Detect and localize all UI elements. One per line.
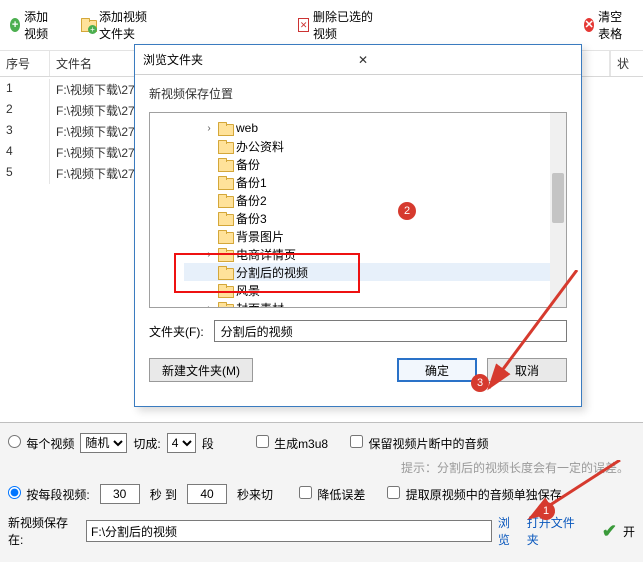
- extract-audio-checkbox[interactable]: 提取原视频中的音频单独保存: [387, 486, 561, 503]
- scroll-thumb[interactable]: [552, 173, 564, 223]
- add-video-label: 添加视频: [24, 8, 59, 42]
- tree-item-label: 备份1: [236, 174, 267, 191]
- annotation-badge-3: 3: [471, 374, 489, 392]
- sec-mid-label: 秒 到: [150, 486, 177, 503]
- close-icon: ✕: [584, 18, 594, 32]
- save-path-input[interactable]: [86, 520, 492, 542]
- folder-icon: [218, 194, 232, 206]
- tree-item-label: 风景: [236, 282, 260, 299]
- tree-item[interactable]: › web: [184, 119, 566, 137]
- tree-item-label: 备份: [236, 156, 260, 173]
- folder-name-input[interactable]: [214, 320, 567, 342]
- sec-to-input[interactable]: [187, 484, 227, 504]
- save-path-label: 新视频保存在:: [8, 514, 80, 548]
- col-status-header: 状: [610, 51, 643, 76]
- tree-item[interactable]: 备份1: [184, 173, 566, 191]
- row-index: 2: [0, 100, 50, 121]
- twisty-icon: ›: [204, 303, 214, 309]
- annotation-badge-2: 2: [398, 202, 416, 220]
- folder-icon: [218, 302, 232, 308]
- tree-item[interactable]: 备份2: [184, 191, 566, 209]
- dialog-close-button[interactable]: ✕: [354, 53, 573, 67]
- gen-m3u8-checkbox[interactable]: 生成m3u8: [256, 435, 328, 452]
- col-index-header: 序号: [0, 51, 50, 76]
- tree-item[interactable]: 备份: [184, 155, 566, 173]
- per-video-radio[interactable]: 每个视频: [8, 435, 74, 452]
- reduce-error-checkbox[interactable]: 降低误差: [299, 486, 365, 503]
- start-label: 开: [623, 523, 635, 540]
- tree-item-label: web: [236, 121, 258, 135]
- tree-item-label: 备份3: [236, 210, 267, 227]
- clear-table-label: 清空表格: [598, 8, 633, 42]
- delete-icon: ✕: [298, 18, 309, 32]
- folder-icon: [218, 122, 232, 134]
- folder-icon: [218, 212, 232, 224]
- row-index: 5: [0, 163, 50, 184]
- tree-item-label: 电商详情页: [236, 246, 296, 263]
- ok-button[interactable]: 确定: [397, 358, 477, 382]
- tree-item-label: 办公资料: [236, 138, 284, 155]
- tree-item[interactable]: › 封面素材: [184, 299, 566, 308]
- tree-item-label: 封面素材: [236, 300, 284, 309]
- folder-plus-icon: +: [81, 18, 95, 32]
- per-segment-radio[interactable]: 按每段视频:: [8, 486, 90, 503]
- folder-field-label: 文件夹(F):: [149, 323, 204, 340]
- folder-icon: [218, 248, 232, 260]
- cancel-button[interactable]: 取消: [487, 358, 567, 382]
- tree-item-label: 背景图片: [236, 228, 284, 245]
- clear-table-button[interactable]: ✕ 清空表格: [584, 8, 633, 42]
- annotation-badge-1: 1: [537, 502, 555, 520]
- tree-item[interactable]: 办公资料: [184, 137, 566, 155]
- tree-item[interactable]: › 电商详情页: [184, 245, 566, 263]
- folder-icon: [218, 230, 232, 242]
- check-icon: ✔: [602, 521, 617, 542]
- row-index: 3: [0, 121, 50, 142]
- dialog-subtitle: 新视频保存位置: [149, 85, 567, 102]
- tree-item[interactable]: 风景: [184, 281, 566, 299]
- add-video-button[interactable]: + 添加视频: [10, 8, 59, 42]
- segments-select[interactable]: 4: [167, 433, 196, 453]
- tree-item-label: 分割后的视频: [236, 264, 308, 281]
- folder-icon: [218, 176, 232, 188]
- row-index: 1: [0, 79, 50, 100]
- keep-audio-checkbox[interactable]: 保留视频片断中的音频: [350, 435, 488, 452]
- delete-selected-label: 删除已选的视频: [313, 8, 374, 42]
- open-folder-link[interactable]: 打开文件夹: [527, 514, 584, 548]
- hint-text: 提示：分割后的视频长度会有一定的误差。: [401, 459, 629, 476]
- row-index: 4: [0, 142, 50, 163]
- delete-selected-button[interactable]: ✕ 删除已选的视频: [298, 8, 374, 42]
- browse-link[interactable]: 浏览: [498, 514, 521, 548]
- new-folder-button[interactable]: 新建文件夹(M): [149, 358, 253, 382]
- sec-from-input[interactable]: [100, 484, 140, 504]
- browse-folder-dialog: 浏览文件夹 ✕ 新视频保存位置 ›web办公资料备份备份1备份2备份3背景图片›…: [134, 44, 582, 407]
- dialog-title: 浏览文件夹: [143, 51, 354, 68]
- random-select[interactable]: 随机: [80, 433, 127, 453]
- tree-item[interactable]: 背景图片: [184, 227, 566, 245]
- tree-item[interactable]: 分割后的视频: [184, 263, 566, 281]
- folder-icon: [218, 140, 232, 152]
- cut-into-label: 切成:: [133, 435, 160, 452]
- folder-icon: [218, 266, 232, 278]
- folder-tree[interactable]: › web 办公资料备份备份1备份2备份3背景图片 › 电商详情页分割后的视频风景 › 封面…: [149, 112, 567, 308]
- folder-icon: [218, 158, 232, 170]
- add-folder-label: 添加视频文件夹: [99, 8, 158, 42]
- sec-unit-label: 秒来切: [237, 486, 273, 503]
- folder-icon: [218, 284, 232, 296]
- segments-unit: 段: [202, 435, 214, 452]
- twisty-icon: ›: [204, 249, 214, 260]
- add-folder-button[interactable]: + 添加视频文件夹: [81, 8, 158, 42]
- tree-item[interactable]: 备份3: [184, 209, 566, 227]
- tree-scrollbar[interactable]: [550, 113, 566, 307]
- tree-item-label: 备份2: [236, 192, 267, 209]
- twisty-icon: ›: [204, 123, 214, 134]
- plus-icon: +: [10, 18, 20, 32]
